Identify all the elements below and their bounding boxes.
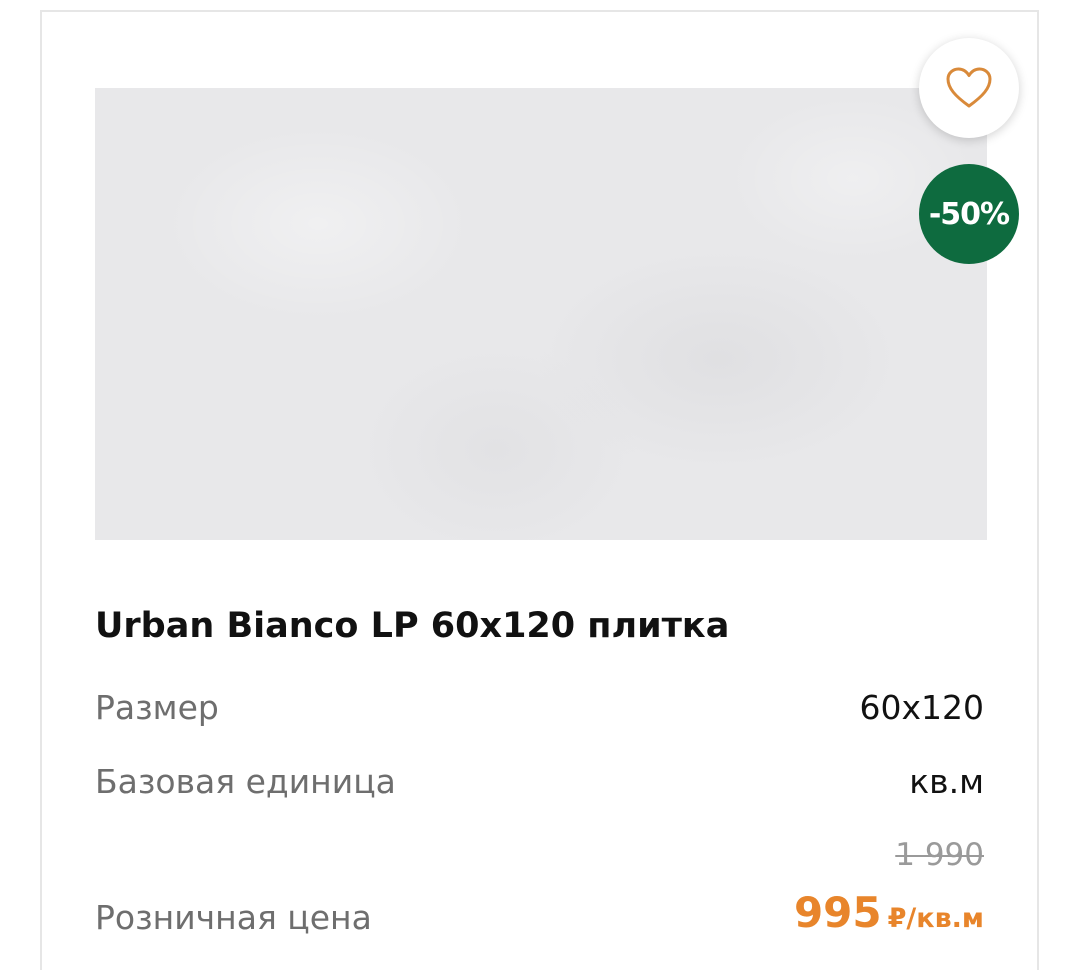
product-title[interactable]: Urban Bianco LP 60x120 плитка bbox=[95, 606, 729, 646]
current-price: 995 ₽/кв.м bbox=[794, 888, 984, 937]
price-value: 995 bbox=[793, 888, 882, 937]
spec-value-size: 60x120 bbox=[859, 688, 984, 727]
product-image[interactable] bbox=[95, 88, 987, 540]
old-price: 1 990 bbox=[895, 837, 984, 873]
product-card[interactable]: -50% Urban Bianco LP 60x120 плитка Разме… bbox=[40, 10, 1039, 970]
discount-badge: -50% bbox=[919, 164, 1019, 264]
favorite-button[interactable] bbox=[919, 38, 1019, 138]
price-unit: ₽/кв.м bbox=[887, 903, 984, 934]
heart-outline-icon bbox=[946, 67, 992, 108]
retail-price-label: Розничная цена bbox=[95, 898, 372, 937]
spec-label-unit: Базовая единица bbox=[95, 762, 396, 801]
spec-label-size: Размер bbox=[95, 688, 219, 727]
spec-value-unit: кв.м bbox=[909, 762, 984, 801]
